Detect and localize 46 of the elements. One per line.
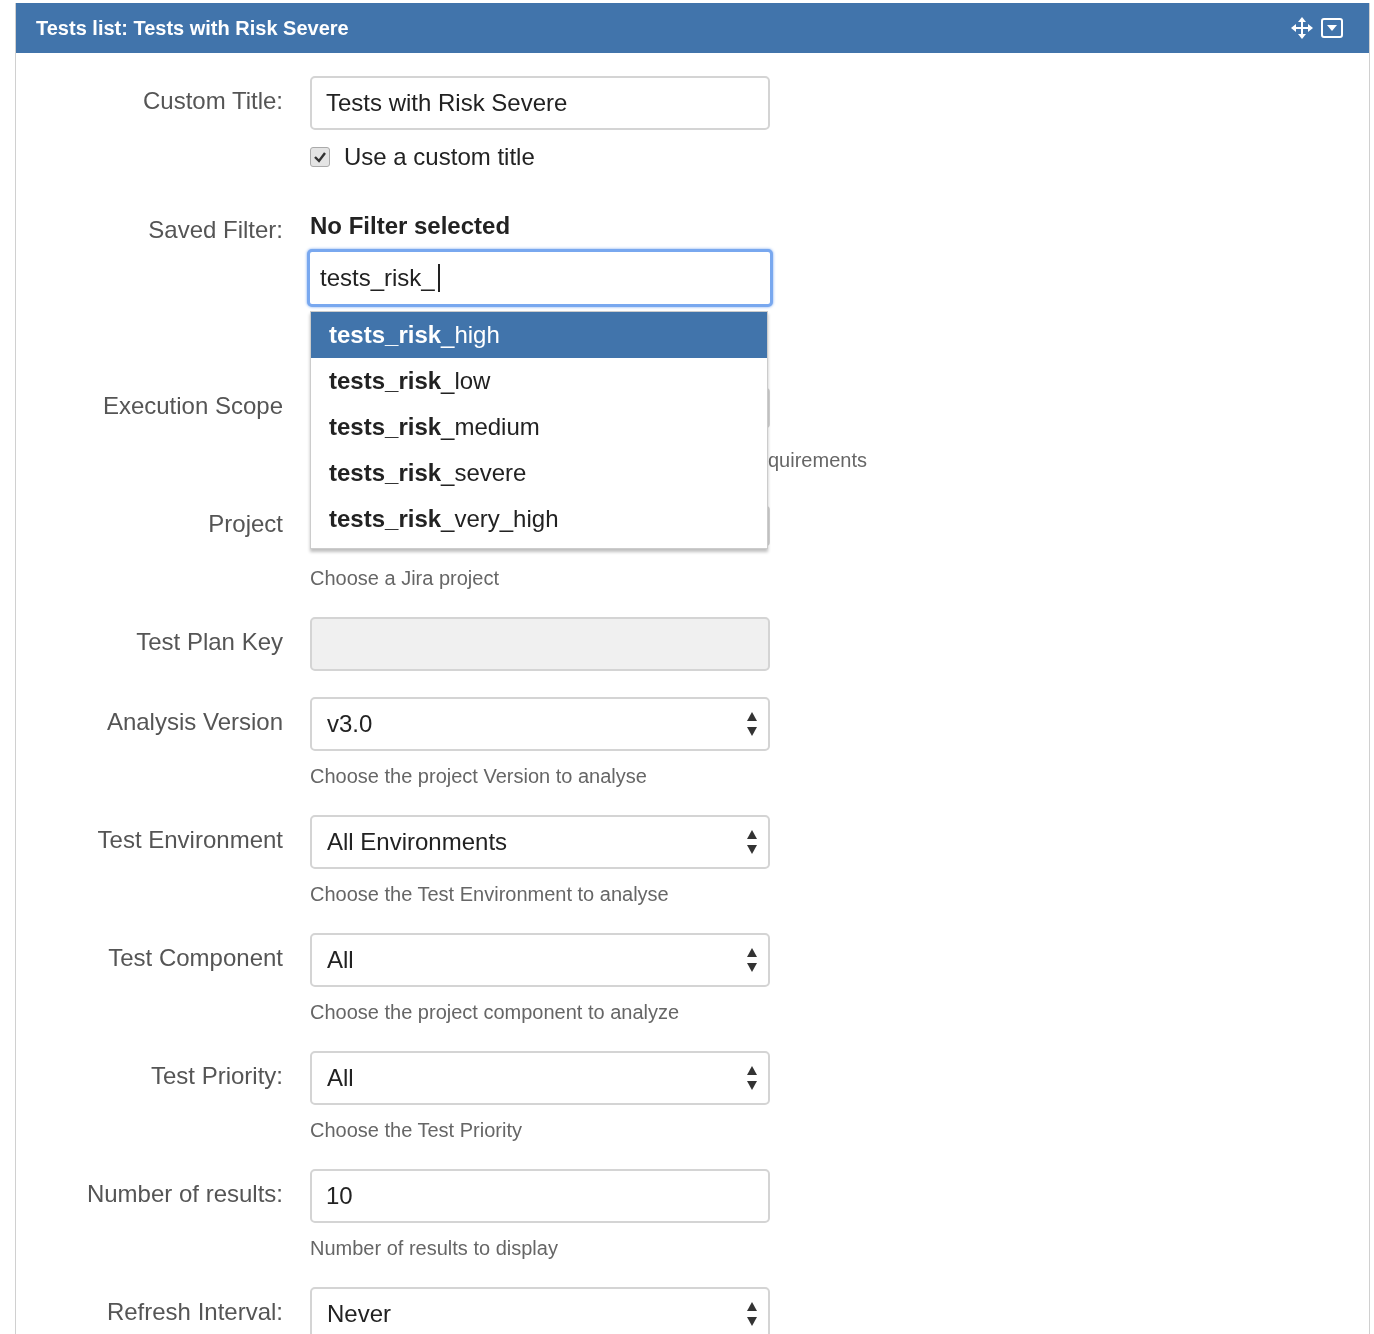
field-label: Test Environment xyxy=(96,825,283,855)
hint-text: Number of results to display xyxy=(310,1237,558,1259)
field-label: Project xyxy=(207,509,283,539)
checkmark-icon xyxy=(313,150,327,164)
select-field-edge[interactable] xyxy=(766,388,770,428)
hint-text: Choose the Test Environment to analyse xyxy=(310,883,669,905)
hint-text: Choose the project component to analyze xyxy=(310,1001,680,1023)
hint-text: Choose the Test Priority xyxy=(310,1119,522,1141)
hint-text: Choose the project Version to analyse xyxy=(310,765,647,787)
field-label: Test Plan Key xyxy=(135,627,283,657)
dropdown-menu-icon[interactable] xyxy=(1321,18,1343,38)
field-label: Test Component xyxy=(107,943,283,973)
select-arrows-icon xyxy=(746,1065,758,1091)
text-field[interactable] xyxy=(310,617,770,671)
field-label: Saved Filter: xyxy=(147,215,283,245)
select-field[interactable]: All xyxy=(310,1051,770,1105)
selected-filter-text: No Filter selected xyxy=(310,211,512,241)
field-label: Refresh Interval: xyxy=(105,1297,283,1327)
select-field-edge[interactable] xyxy=(766,506,770,546)
select-field[interactable]: v3.0 xyxy=(310,697,770,751)
text-field[interactable]: Tests with Risk Severe xyxy=(310,76,770,130)
suggestion-item[interactable]: tests_risk_severe xyxy=(311,450,767,496)
hint-text: quirements xyxy=(768,449,867,471)
suggestion-item[interactable]: tests_risk_medium xyxy=(311,404,767,450)
select-arrows-icon xyxy=(746,711,758,737)
checkbox-label: Use a custom title xyxy=(344,143,535,171)
hint-text: Choose a Jira project xyxy=(310,567,499,589)
filter-search-field[interactable]: tests_risk_ xyxy=(307,249,773,307)
select-field[interactable]: All Environments xyxy=(310,815,770,869)
select-arrows-icon xyxy=(746,1301,758,1327)
field-label: Analysis Version xyxy=(105,707,283,737)
panel-title: Tests list: Tests with Risk Severe xyxy=(36,16,349,40)
select-field[interactable]: All xyxy=(310,933,770,987)
select-field[interactable]: Never xyxy=(310,1287,770,1334)
field-label: Number of results: xyxy=(85,1179,283,1209)
text-field[interactable]: 10 xyxy=(310,1169,770,1223)
suggestion-item[interactable]: tests_risk_low xyxy=(311,358,767,404)
suggestion-item[interactable]: tests_risk_very_high xyxy=(311,496,767,542)
field-label: Test Priority: xyxy=(149,1061,283,1091)
field-label: Custom Title: xyxy=(141,86,283,116)
select-arrows-icon xyxy=(746,829,758,855)
field-label: Execution Scope xyxy=(101,391,283,421)
suggestion-item[interactable]: tests_risk_high xyxy=(311,312,767,358)
checkbox[interactable] xyxy=(310,147,330,167)
select-arrows-icon xyxy=(746,947,758,973)
move-icon[interactable] xyxy=(1291,17,1313,39)
